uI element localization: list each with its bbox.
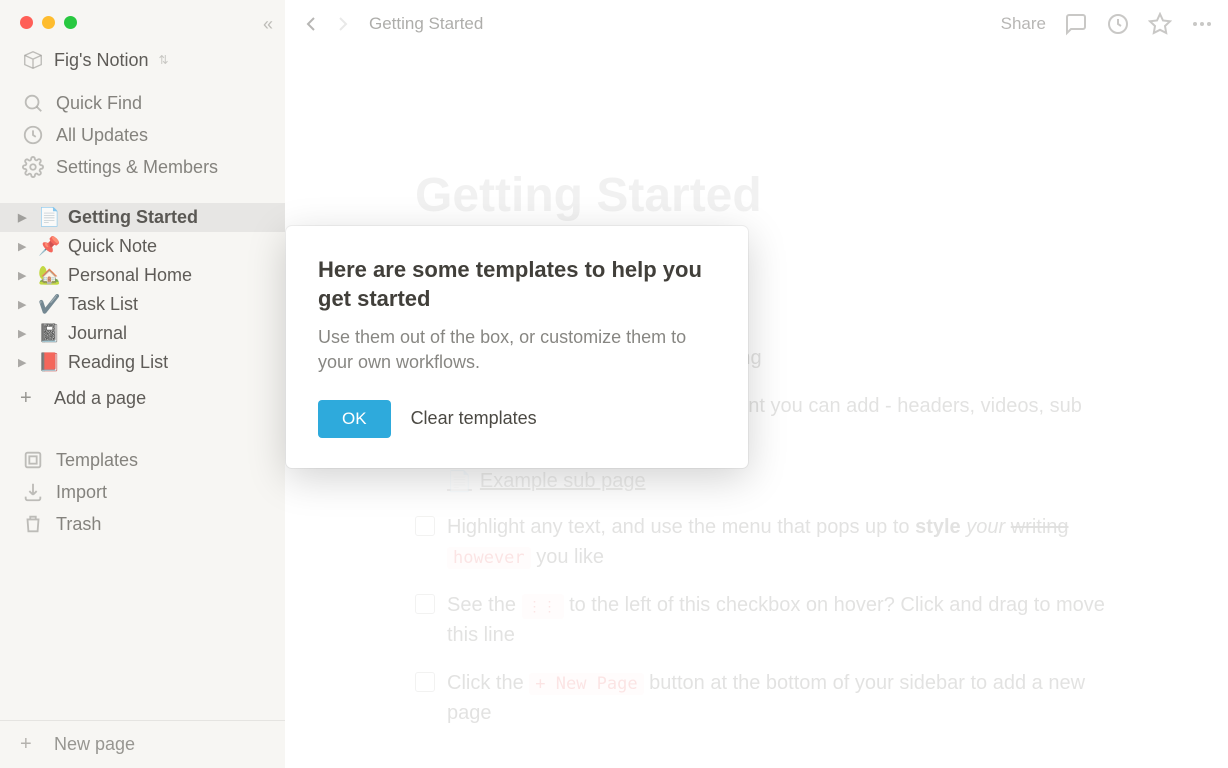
sidebar-page-journal[interactable]: ▶ 📓 Journal [0, 319, 285, 348]
close-window-button[interactable] [20, 16, 33, 29]
toggle-triangle-icon[interactable]: ▶ [18, 269, 36, 282]
todo-text: Click the + New Page button at the botto… [447, 668, 1128, 728]
nav-label: Templates [56, 450, 138, 471]
add-page-label: Add a page [54, 388, 146, 409]
plus-icon: + [20, 733, 42, 756]
drag-handle-icon: ⋮⋮ [522, 594, 564, 619]
pages-list: ▶ 📄 Getting Started ▶ 📌 Quick Note ▶ 🏡 P… [0, 203, 285, 416]
favorite-icon[interactable] [1148, 12, 1172, 36]
toggle-triangle-icon[interactable]: ▶ [18, 240, 36, 253]
page-label: Reading List [68, 352, 168, 373]
workspace-icon [22, 49, 44, 71]
new-page-button[interactable]: + New page [0, 720, 285, 768]
nav-label: Settings & Members [56, 157, 218, 178]
page-title[interactable]: Getting Started [415, 168, 1128, 223]
nav-forward-button[interactable] [331, 12, 355, 36]
share-button[interactable]: Share [1001, 14, 1046, 34]
modal-title: Here are some templates to help you get … [318, 256, 716, 313]
window-controls [0, 0, 285, 45]
checkbox[interactable] [415, 672, 435, 692]
todo-item[interactable]: Highlight any text, and use the menu tha… [415, 512, 1128, 572]
sidebar-page-getting-started[interactable]: ▶ 📄 Getting Started [0, 203, 285, 232]
gear-icon [22, 156, 44, 178]
todo-item[interactable]: Click the + New Page button at the botto… [415, 668, 1128, 728]
nav-label: Import [56, 482, 107, 503]
toggle-triangle-icon[interactable]: ▶ [18, 211, 36, 224]
sidebar-page-personal-home[interactable]: ▶ 🏡 Personal Home [0, 261, 285, 290]
chevron-updown-icon: ⇅ [158, 53, 168, 67]
sidebar-page-reading-list[interactable]: ▶ 📕 Reading List [0, 348, 285, 377]
page-icon: 📓 [38, 323, 62, 344]
add-page-button[interactable]: + Add a page [0, 381, 285, 416]
collapse-sidebar-icon[interactable]: « [263, 14, 273, 35]
plus-icon: + [20, 387, 42, 410]
todo-item[interactable]: See the ⋮⋮ to the left of this checkbox … [415, 590, 1128, 650]
page-label: Task List [68, 294, 138, 315]
clear-templates-button[interactable]: Clear templates [411, 408, 537, 429]
comments-icon[interactable] [1064, 12, 1088, 36]
sidebar-page-quick-note[interactable]: ▶ 📌 Quick Note [0, 232, 285, 261]
todo-text: See the ⋮⋮ to the left of this checkbox … [447, 590, 1128, 650]
nav-all-updates[interactable]: All Updates [0, 119, 285, 151]
trash-icon [22, 513, 44, 535]
toggle-triangle-icon[interactable]: ▶ [18, 327, 36, 340]
more-icon[interactable] [1190, 12, 1214, 36]
workspace-name: Fig's Notion [54, 50, 148, 71]
updates-icon[interactable] [1106, 12, 1130, 36]
nav-label: Quick Find [56, 93, 142, 114]
page-label: Getting Started [68, 207, 198, 228]
page-icon: ✔️ [38, 294, 62, 315]
new-page-label: New page [54, 734, 135, 755]
toggle-triangle-icon[interactable]: ▶ [18, 298, 36, 311]
maximize-window-button[interactable] [64, 16, 77, 29]
page-icon: 📄 [38, 207, 62, 228]
page-icon: 📄 [447, 469, 472, 494]
nav-import[interactable]: Import [0, 476, 285, 508]
toggle-triangle-icon[interactable]: ▶ [18, 356, 36, 369]
page-label: Quick Note [68, 236, 157, 257]
download-icon [22, 481, 44, 503]
modal-description: Use them out of the box, or customize th… [318, 325, 716, 375]
nav-label: All Updates [56, 125, 148, 146]
minimize-window-button[interactable] [42, 16, 55, 29]
clock-icon [22, 124, 44, 146]
ok-button[interactable]: OK [318, 400, 391, 438]
page-label: Journal [68, 323, 127, 344]
nav-quick-find[interactable]: Quick Find [0, 87, 285, 119]
page-icon: 📕 [38, 352, 62, 373]
sidebar-page-task-list[interactable]: ▶ ✔️ Task List [0, 290, 285, 319]
checkbox[interactable] [415, 516, 435, 536]
nav-templates[interactable]: Templates [0, 444, 285, 476]
templates-modal: Here are some templates to help you get … [286, 226, 748, 468]
nav-label: Trash [56, 514, 101, 535]
checkbox[interactable] [415, 594, 435, 614]
templates-icon [22, 449, 44, 471]
sub-page-link[interactable]: 📄 Example sub page [447, 469, 1128, 494]
sidebar: « Fig's Notion ⇅ Quick Find All Updates [0, 0, 285, 768]
workspace-switcher[interactable]: Fig's Notion ⇅ [0, 45, 285, 85]
topbar: Getting Started Share [285, 0, 1228, 48]
nav-back-button[interactable] [299, 12, 323, 36]
page-label: Personal Home [68, 265, 192, 286]
todo-text: Highlight any text, and use the menu tha… [447, 512, 1128, 572]
search-icon [22, 92, 44, 114]
page-icon: 🏡 [38, 265, 62, 286]
nav-trash[interactable]: Trash [0, 508, 285, 540]
nav-settings-members[interactable]: Settings & Members [0, 151, 285, 183]
breadcrumb[interactable]: Getting Started [369, 14, 483, 34]
page-icon: 📌 [38, 236, 62, 257]
